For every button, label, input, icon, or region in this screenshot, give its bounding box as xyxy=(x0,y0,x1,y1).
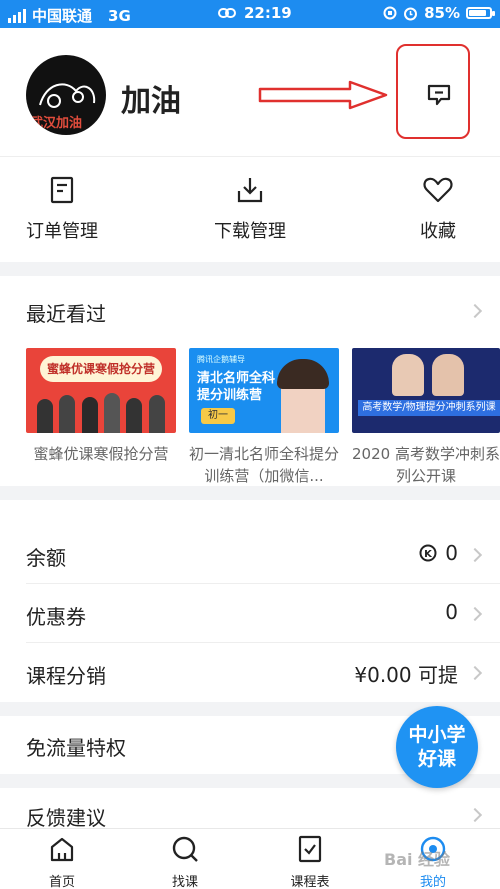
tab-home[interactable]: 首页 xyxy=(22,833,102,889)
heart-icon xyxy=(423,177,453,203)
quick-actions: 订单管理 下载管理 收藏 xyxy=(0,156,500,262)
signal-icon xyxy=(8,8,26,23)
message-icon[interactable] xyxy=(427,84,451,106)
chevron-right-icon xyxy=(467,547,483,563)
coupon-value: 0 xyxy=(445,600,458,624)
watermark: Bai 经验 xyxy=(384,850,451,869)
tab-find-courses[interactable]: 找课 xyxy=(145,833,225,889)
order-management-label: 订单管理 xyxy=(26,221,98,242)
order-icon xyxy=(50,176,74,204)
course-distribution-row[interactable]: 课程分销 ¥0.00 可提 xyxy=(0,644,500,702)
avatar-illustration xyxy=(39,83,96,108)
search-icon xyxy=(172,836,198,862)
recently-viewed: 最近看过 蜜蜂优课寒假抢分营 蜜蜂优课寒假抢分营 腾讯企鹅辅导 清北名师全科提分… xyxy=(0,276,500,486)
course-distribution-value: ¥0.00 可提 xyxy=(354,663,458,687)
balance-value: 0 xyxy=(445,541,458,565)
download-management-label: 下载管理 xyxy=(214,221,286,242)
recent-course-card[interactable]: 腾讯企鹅辅导 清北名师全科提分训练营 初一 初一清北名师全科提分训练营（加微信.… xyxy=(189,348,339,487)
tab-home-label: 首页 xyxy=(48,875,75,889)
chevron-right-icon xyxy=(467,665,483,681)
feedback-label: 反馈建议 xyxy=(26,806,106,828)
balance-row[interactable]: 余额 K 0 xyxy=(0,526,500,584)
free-data-privilege-label: 免流量特权 xyxy=(26,736,126,760)
recently-viewed-title: 最近看过 xyxy=(26,302,106,326)
avatar[interactable]: 武汉加油 xyxy=(26,55,106,135)
favorites-button[interactable]: 收藏 xyxy=(378,173,498,243)
course-thumbnail: 腾讯企鹅辅导 清北名师全科提分训练营 初一 xyxy=(189,348,339,433)
recent-course-card[interactable]: 蜜蜂优课寒假抢分营 蜜蜂优课寒假抢分营 xyxy=(26,348,176,465)
avatar-text: 武汉加油 xyxy=(30,116,83,131)
status-bar: 中国联通 3G 22:19 85% xyxy=(0,0,500,28)
svg-text:K: K xyxy=(424,549,433,560)
tab-profile-label: 我的 xyxy=(419,875,446,889)
clock: 22:19 xyxy=(244,4,292,22)
teacher-photo xyxy=(392,354,424,396)
balance-label: 余额 xyxy=(26,546,66,570)
chevron-right-icon xyxy=(467,606,483,622)
course-thumbnail: 蜜蜂优课寒假抢分营 xyxy=(26,348,176,433)
rotation-lock-icon xyxy=(383,6,397,20)
order-management-button[interactable]: 订单管理 xyxy=(2,173,122,243)
annotation-arrow xyxy=(258,80,388,110)
carrier-label: 中国联通 xyxy=(32,7,93,25)
divider xyxy=(26,642,500,643)
teacher-photo xyxy=(432,354,464,396)
account-list: 余额 K 0 优惠券 0 课程分销 ¥0.00 可提 xyxy=(0,500,500,702)
chevron-right-icon xyxy=(467,807,483,823)
battery-percent: 85% xyxy=(424,4,460,22)
profile-header: 武汉加油 加油 xyxy=(0,28,500,156)
course-title: 初一清北名师全科提分训练营（加微信... xyxy=(189,445,340,485)
alarm-icon xyxy=(404,7,418,20)
favorites-label: 收藏 xyxy=(420,221,456,242)
network-label: 3G xyxy=(108,6,131,25)
feedback-row[interactable]: 反馈建议 xyxy=(0,788,500,828)
divider xyxy=(26,583,500,584)
floating-promo-badge[interactable]: 中小学 好课 xyxy=(396,706,478,788)
download-icon xyxy=(237,178,263,203)
course-title: 蜜蜂优课寒假抢分营 xyxy=(33,445,169,463)
course-title: 2020 高考数学冲刺系列公开课 xyxy=(352,445,500,485)
chevron-right-icon[interactable] xyxy=(467,303,483,319)
tab-schedule-label: 课程表 xyxy=(290,875,330,889)
username: 加油 xyxy=(121,84,181,119)
course-thumbnail: 高考数学/物理提分冲刺系列课 xyxy=(352,348,500,433)
promo-line-2: 好课 xyxy=(417,748,456,770)
coupon-label: 优惠券 xyxy=(26,605,86,629)
coin-icon: K xyxy=(419,544,437,562)
link-icon xyxy=(218,8,236,18)
download-management-button[interactable]: 下载管理 xyxy=(190,173,310,243)
tab-find-courses-label: 找课 xyxy=(171,875,198,889)
tab-schedule[interactable]: 课程表 xyxy=(270,833,350,889)
promo-line-1: 中小学 xyxy=(408,724,466,746)
battery-icon xyxy=(466,7,495,19)
recent-course-card[interactable]: 高考数学/物理提分冲刺系列课 2020 高考数学冲刺系列公开课 xyxy=(352,348,500,487)
home-icon xyxy=(50,837,74,862)
coupon-row[interactable]: 优惠券 0 xyxy=(0,585,500,643)
course-distribution-label: 课程分销 xyxy=(26,664,106,688)
schedule-icon xyxy=(298,835,322,863)
